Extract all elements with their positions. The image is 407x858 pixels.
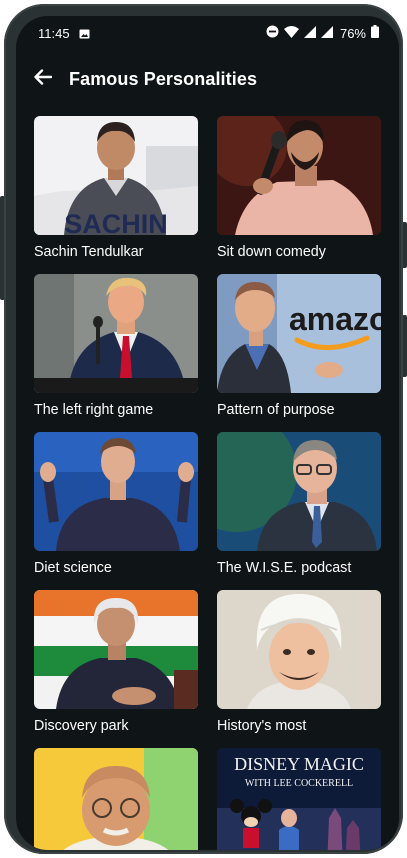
wifi-icon <box>283 25 299 42</box>
personality-card-discovery-park[interactable]: Discovery park <box>34 590 198 734</box>
thumb-sachin-text: SACHIN <box>64 209 168 235</box>
card-label: Pattern of purpose <box>217 402 335 418</box>
thumb-amazon-text: amazon.c <box>289 301 381 337</box>
personality-card-9[interactable] <box>34 748 198 850</box>
status-bar: 11:45 76% <box>16 16 399 50</box>
app-bar: Famous Personalities <box>16 54 399 106</box>
page-title: Famous Personalities <box>69 69 258 89</box>
card-thumbnail <box>217 432 381 551</box>
signal-icon <box>320 25 333 42</box>
personality-card-diet-science[interactable]: Diet science <box>34 432 198 576</box>
screen: 11:45 76% Famous Personalities SACHIN Sa… <box>16 16 399 850</box>
personality-card-sit-down-comedy[interactable]: Sit down comedy <box>217 116 381 260</box>
personality-card-the-wise-podcast[interactable]: The W.I.S.E. podcast <box>217 432 381 576</box>
arrow-left-icon <box>34 69 53 89</box>
signal-icon <box>303 25 316 42</box>
card-thumbnail <box>34 748 198 850</box>
personality-card-10[interactable]: DISNEY MAGIC WITH LEE COCKERELL <box>217 748 381 850</box>
card-thumbnail: DISNEY MAGIC WITH LEE COCKERELL <box>217 748 381 850</box>
battery-percentage: 76% <box>339 26 366 41</box>
card-thumbnail <box>217 590 381 709</box>
card-thumbnail <box>217 116 381 235</box>
card-thumbnail: amazon.c <box>217 274 381 393</box>
card-label: Sachin Tendulkar <box>34 244 144 260</box>
thumb-disney-subtitle: WITH LEE COCKERELL <box>245 778 353 789</box>
back-button[interactable] <box>30 66 56 92</box>
card-thumbnail <box>34 274 198 393</box>
status-time: 11:45 <box>38 26 70 41</box>
battery-icon <box>371 25 379 42</box>
card-thumbnail <box>34 590 198 709</box>
card-label: Diet science <box>34 560 112 576</box>
phone-frame: 11:45 76% Famous Personalities SACHIN Sa… <box>4 4 403 854</box>
personality-card-historys-most[interactable]: History's most <box>217 590 381 734</box>
personality-card-pattern-of-purpose[interactable]: amazon.c Pattern of purpose <box>217 274 381 418</box>
card-label: The W.I.S.E. podcast <box>217 560 352 576</box>
personality-card-the-left-right-game[interactable]: The left right game <box>34 274 198 418</box>
image-icon <box>79 28 90 39</box>
personality-card-sachin-tendulkar[interactable]: SACHIN Sachin Tendulkar <box>34 116 198 260</box>
card-label: Discovery park <box>34 718 129 734</box>
card-thumbnail: SACHIN <box>34 116 198 235</box>
status-icons: 76% <box>266 25 379 42</box>
card-label: Sit down comedy <box>217 244 326 260</box>
thumb-disney-title: DISNEY MAGIC <box>234 754 364 774</box>
card-label: History's most <box>217 718 307 734</box>
card-label: The left right game <box>34 402 154 418</box>
dnd-icon <box>266 25 279 42</box>
card-thumbnail <box>34 432 198 551</box>
